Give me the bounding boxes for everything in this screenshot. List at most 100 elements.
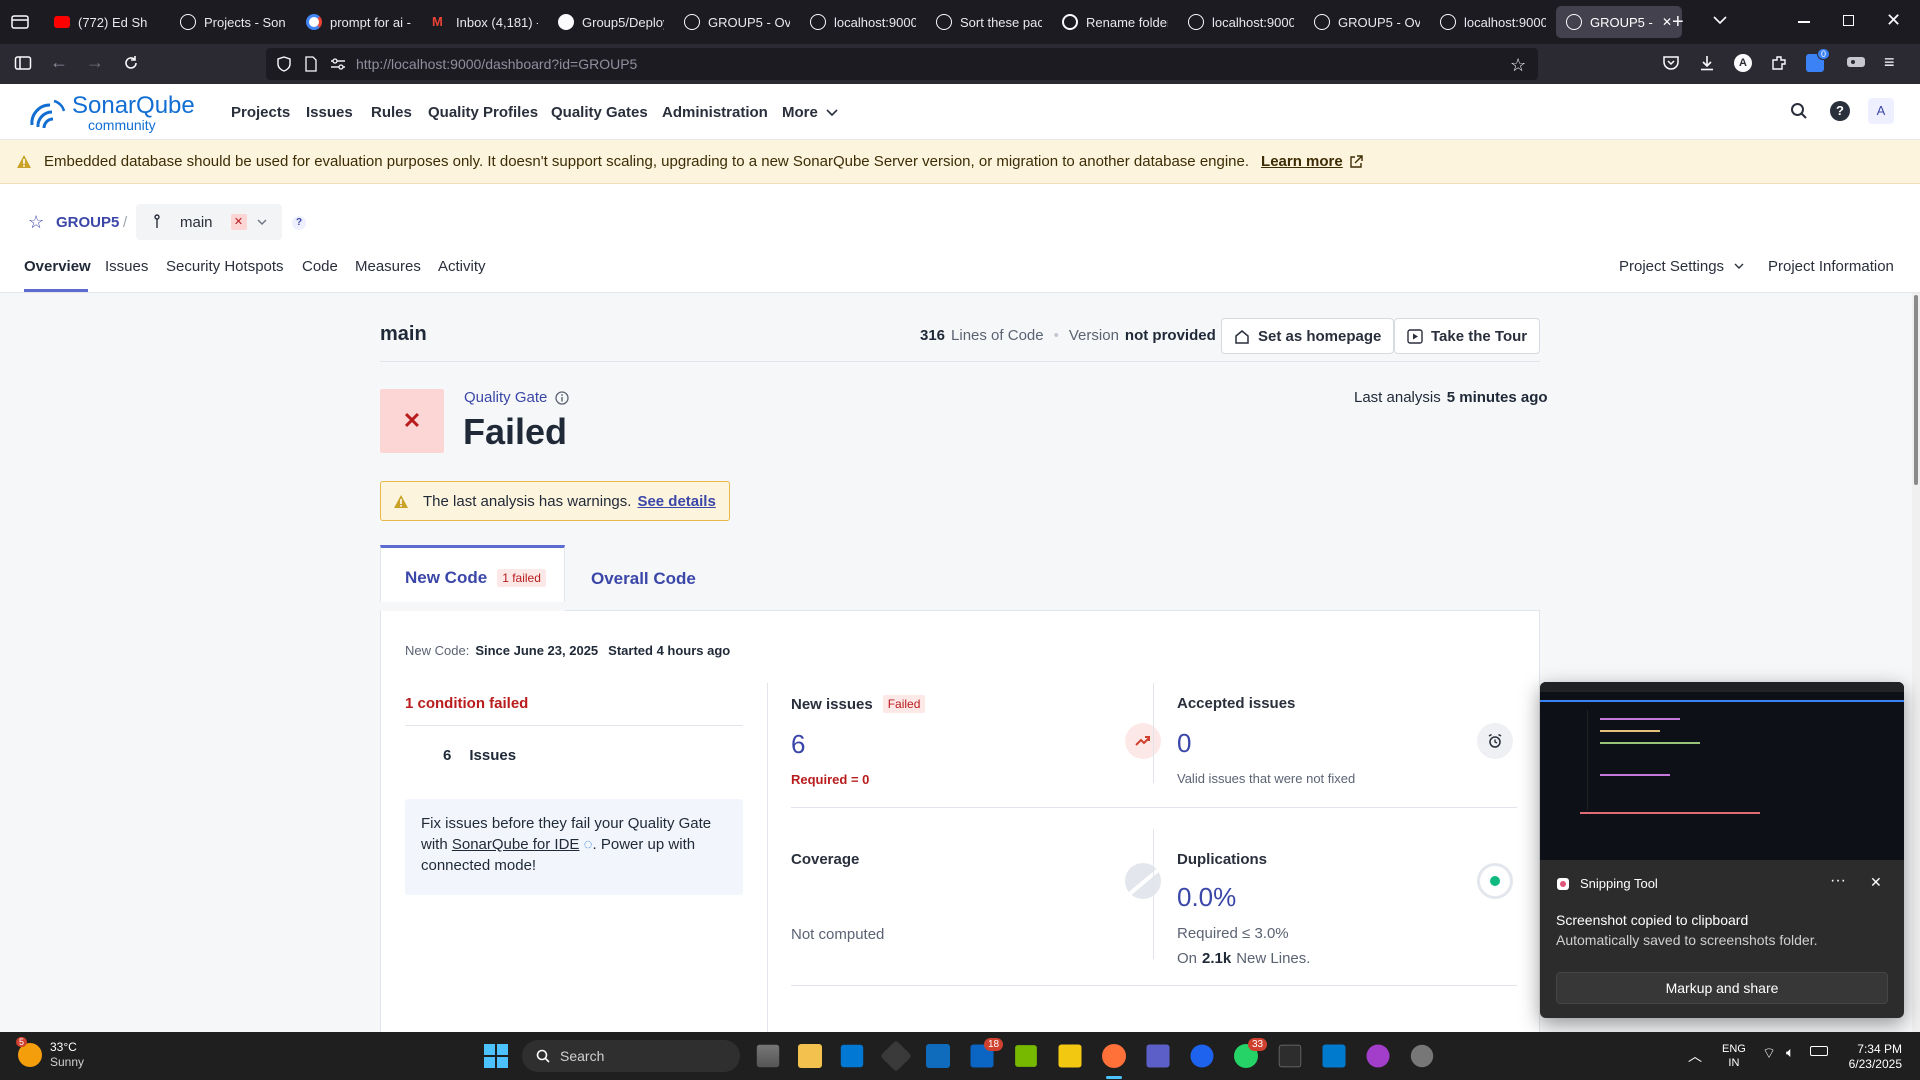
battery-icon[interactable] — [1810, 1046, 1828, 1056]
shield-icon[interactable] — [276, 56, 292, 72]
browser-tab[interactable]: GROUP5 - Over — [674, 6, 800, 38]
browser-tab[interactable]: localhost:9000/ — [800, 6, 926, 38]
power-bi-icon[interactable] — [1058, 1044, 1082, 1068]
list-tabs-icon[interactable] — [1712, 14, 1728, 26]
show-hidden-icons-chevron-up-icon[interactable]: ︿ — [1688, 1046, 1702, 1066]
tab-activity[interactable]: Activity — [438, 258, 486, 275]
restore-icon[interactable] — [1843, 15, 1854, 26]
tab-overview[interactable]: Overview — [24, 258, 91, 275]
clock[interactable]: 7:34 PM 6/23/2025 — [1842, 1042, 1902, 1072]
minimize-icon[interactable] — [1798, 21, 1810, 23]
project-information-link[interactable]: Project Information — [1768, 258, 1894, 275]
tab-overview-icon[interactable] — [10, 12, 30, 32]
accepted-issues-value[interactable]: 0 — [1177, 728, 1517, 759]
back-icon[interactable]: ← — [50, 52, 70, 72]
url-text[interactable]: http://localhost:9000/dashboard?id=GROUP… — [356, 56, 637, 72]
sidebar-toggle-icon[interactable] — [14, 54, 34, 74]
account-icon[interactable]: A — [1734, 54, 1752, 72]
browser-tab[interactable]: Rename folder — [1052, 6, 1178, 38]
project-settings-menu[interactable]: Project Settings — [1619, 258, 1744, 275]
nvidia-icon[interactable] — [1015, 1045, 1037, 1067]
app-icon[interactable] — [1366, 1044, 1390, 1068]
see-details-link[interactable]: See details — [637, 493, 715, 510]
failed-condition-row[interactable]: 6 Issues — [443, 747, 516, 764]
nav-more[interactable]: More — [782, 104, 838, 121]
reload-icon[interactable] — [122, 54, 142, 74]
new-issues-value[interactable]: 6 — [791, 729, 1153, 760]
markup-and-share-button[interactable]: Markup and share — [1556, 972, 1888, 1004]
tab-measures[interactable]: Measures — [355, 258, 421, 275]
browser-tab[interactable]: localhost:9000/ — [1178, 6, 1304, 38]
terminal-icon[interactable] — [1278, 1044, 1302, 1068]
wifi-icon[interactable]: ⌔ — [1762, 1044, 1776, 1063]
help-icon[interactable]: ? — [1830, 101, 1850, 121]
app-icon[interactable] — [880, 1040, 912, 1072]
branch-help-icon[interactable]: ? — [292, 216, 306, 230]
duplications-value[interactable]: 0.0% — [1177, 882, 1517, 913]
outlook-icon[interactable] — [926, 1044, 950, 1068]
browser-tab[interactable]: GROUP5 - O ✕ — [1556, 6, 1682, 38]
language-indicator[interactable]: ENG IN — [1722, 1042, 1746, 1070]
close-tab-icon[interactable]: ✕ — [1662, 15, 1672, 29]
branch-selector[interactable]: main ✕ — [136, 204, 282, 240]
project-name-link[interactable]: GROUP5 — [56, 214, 119, 231]
nav-quality-profiles[interactable]: Quality Profiles — [428, 104, 538, 121]
vscode-icon[interactable] — [1322, 1044, 1346, 1068]
new-tab-icon[interactable]: + — [1672, 12, 1684, 32]
avatar[interactable]: A — [1868, 98, 1894, 124]
info-icon[interactable] — [555, 390, 570, 405]
browser-tab[interactable]: Projects - Sona — [170, 6, 296, 38]
tab-new-code[interactable]: New Code 1 failed — [380, 545, 565, 602]
firefox-icon[interactable] — [1102, 1044, 1126, 1068]
bookmark-star-icon[interactable]: ☆ — [1510, 55, 1526, 76]
weather-widget[interactable]: 5 33°C Sunny — [16, 1037, 84, 1070]
nav-projects[interactable]: Projects — [231, 104, 290, 121]
take-tour-button[interactable]: Take the Tour — [1394, 318, 1541, 354]
taskbar-search[interactable]: Search — [522, 1040, 740, 1072]
task-view-icon[interactable] — [756, 1044, 780, 1068]
permissions-icon[interactable] — [330, 57, 346, 71]
tab-code[interactable]: Code — [302, 258, 338, 275]
duplications-lines-value[interactable]: 2.1k — [1202, 950, 1231, 967]
nav-administration[interactable]: Administration — [662, 104, 768, 121]
microsoft-store-icon[interactable] — [840, 1044, 864, 1068]
url-bar[interactable]: http://localhost:9000/dashboard?id=GROUP… — [266, 48, 1538, 80]
settings-gear-icon[interactable] — [1410, 1044, 1434, 1068]
file-explorer-icon[interactable] — [798, 1044, 822, 1068]
browser-tab[interactable]: Sort these pack — [926, 6, 1052, 38]
nav-rules[interactable]: Rules — [371, 104, 412, 121]
browser-tab[interactable]: GROUP5 - Over — [1304, 6, 1430, 38]
nav-quality-gates[interactable]: Quality Gates — [551, 104, 648, 121]
close-notification-icon[interactable]: ✕ — [1870, 874, 1882, 891]
downloads-icon[interactable] — [1698, 54, 1718, 74]
learn-more-link[interactable]: Learn more — [1261, 153, 1363, 170]
tab-issues[interactable]: Issues — [105, 258, 148, 275]
sonarqube-logo[interactable]: SonarQube community — [28, 94, 195, 132]
set-homepage-button[interactable]: Set as homepage — [1221, 318, 1395, 354]
close-window-icon[interactable]: ✕ — [1886, 10, 1901, 31]
favorite-star-icon[interactable]: ☆ — [28, 212, 44, 233]
screenshot-preview[interactable] — [1540, 682, 1904, 860]
extension-puzzle-icon[interactable] — [1846, 54, 1866, 74]
docker-icon[interactable] — [1190, 1044, 1214, 1068]
extension-blue-icon[interactable]: 0 — [1806, 48, 1830, 72]
pocket-icon[interactable] — [1662, 54, 1682, 74]
tab-security-hotspots[interactable]: Security Hotspots — [166, 258, 284, 275]
browser-tab[interactable]: localhost:9000/ — [1430, 6, 1556, 38]
search-icon[interactable] — [1790, 102, 1808, 120]
forward-icon[interactable]: → — [86, 52, 106, 72]
browser-tab[interactable]: (772) Ed Sh — [44, 6, 170, 38]
nav-issues[interactable]: Issues — [306, 104, 353, 121]
browser-tab[interactable]: M Inbox (4,181) - — [422, 6, 548, 38]
teams-icon[interactable] — [1146, 1044, 1170, 1068]
volume-icon[interactable]: 🔈︎ — [1786, 1044, 1794, 1061]
sonarqube-ide-link[interactable]: SonarQube for IDE — [452, 836, 580, 853]
more-options-icon[interactable]: ··· — [1830, 872, 1846, 890]
page-scrollbar[interactable] — [1912, 293, 1920, 1033]
extensions-icon[interactable] — [1770, 54, 1790, 74]
browser-tab[interactable]: prompt for ai - — [296, 6, 422, 38]
menu-icon[interactable]: ≡ — [1884, 52, 1904, 72]
tab-overall-code[interactable]: Overall Code — [591, 569, 696, 589]
page-icon[interactable] — [304, 56, 318, 72]
browser-tab[interactable]: Group5/Deploy — [548, 6, 674, 38]
